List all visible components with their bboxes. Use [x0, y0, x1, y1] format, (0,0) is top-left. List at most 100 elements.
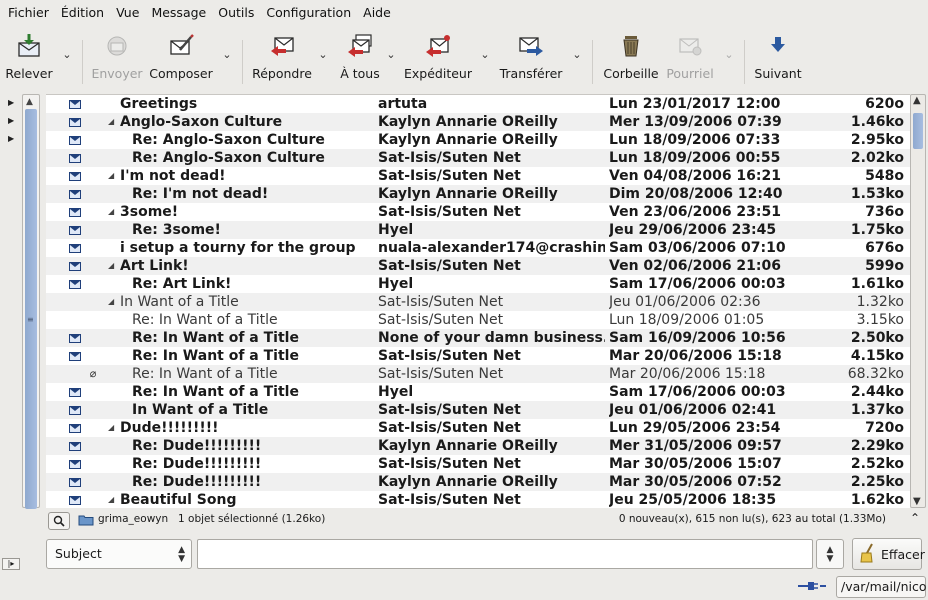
message-row[interactable]: ◢ Beautiful Song Sat-Isis/Suten Net Jeu 25/…: [46, 491, 910, 508]
online-plug-icon[interactable]: [798, 580, 826, 595]
pourriel-dropdown-icon[interactable]: ⌄: [724, 49, 734, 60]
unread-envelope-icon: [69, 459, 81, 469]
expediteur-button[interactable]: Expéditeur: [404, 32, 472, 88]
thread-expander-icon[interactable]: ◢: [108, 167, 114, 185]
message-row[interactable]: Greetings artuta Lun 23/01/2017 12:00 620o: [46, 95, 910, 113]
message-row[interactable]: ◢ 3some! Sat-Isis/Suten Net Ven 23/06/2006 …: [46, 203, 910, 221]
composer-button[interactable]: Composer: [149, 32, 213, 88]
suivant-button[interactable]: Suivant: [754, 32, 802, 88]
message-date: Lun 18/09/2006 07:33: [609, 132, 781, 148]
folder-scrollbar[interactable]: ▲ ≡: [22, 94, 40, 509]
thread-expander-icon[interactable]: ◢: [108, 257, 114, 275]
thread-expander-icon[interactable]: ◢: [108, 203, 114, 221]
search-field-select[interactable]: Subject ▲ ▼: [46, 539, 192, 569]
thread-expander-icon[interactable]: ◢: [108, 491, 114, 508]
message-row[interactable]: Re: In Want of a Title Sat-Isis/Suten Net…: [46, 311, 910, 329]
a-tous-dropdown-icon[interactable]: ⌄: [386, 49, 396, 60]
message-row[interactable]: ◢ In Want of a Title Sat-Isis/Suten Net Jeu…: [46, 293, 910, 311]
scroll-thumb[interactable]: [913, 113, 923, 149]
message-row[interactable]: Re: In Want of a Title Sat-Isis/Suten Net…: [46, 347, 910, 365]
message-row[interactable]: ◢ Dude!!!!!!!!! Sat-Isis/Suten Net Lun 29/0…: [46, 419, 910, 437]
message-from: Sat-Isis/Suten Net: [378, 312, 504, 328]
thread-expander-icon[interactable]: ◢: [108, 419, 114, 437]
transferer-button[interactable]: Transférer: [500, 32, 562, 88]
message-date: Sam 17/06/2006 00:03: [609, 276, 786, 292]
search-type-spinner[interactable]: ▲ ▼: [816, 539, 844, 569]
message-row[interactable]: Re: 3some! Hyel Jeu 29/06/2006 23:45 1.75ko: [46, 221, 910, 239]
message-row[interactable]: In Want of a Title Sat-Isis/Suten Net Jeu …: [46, 401, 910, 419]
a-tous-button[interactable]: À tous: [338, 32, 382, 88]
expand-arrow-icon[interactable]: ▶: [8, 98, 14, 107]
transferer-dropdown-icon[interactable]: ⌄: [572, 49, 582, 60]
message-row[interactable]: ◢ I'm not dead! Sat-Isis/Suten Net Ven 04/0…: [46, 167, 910, 185]
menu-message[interactable]: Message: [145, 0, 212, 26]
thread-expander-icon[interactable]: ◢: [108, 113, 114, 131]
message-size: 1.53ko: [850, 186, 904, 202]
message-row[interactable]: Re: Dude!!!!!!!!! Kaylyn Annarie OReilly M…: [46, 473, 910, 491]
effacer-button[interactable]: Effacer: [852, 538, 925, 570]
search-input[interactable]: [197, 539, 813, 569]
message-subject: Re: In Want of a Title: [132, 384, 299, 400]
unread-envelope-icon: [69, 171, 81, 181]
search-toggle-button[interactable]: [48, 512, 70, 530]
menu-aide[interactable]: Aide: [357, 0, 397, 26]
pane-toggle-icon[interactable]: |▸: [2, 558, 20, 570]
message-row[interactable]: Re: I'm not dead! Kaylyn Annarie OReilly D…: [46, 185, 910, 203]
repondre-dropdown-icon[interactable]: ⌄: [318, 49, 328, 60]
menu-fichier[interactable]: Fichier: [2, 0, 55, 26]
expand-arrow-icon[interactable]: ▶: [8, 116, 14, 125]
message-subject: Re: 3some!: [132, 222, 221, 238]
composer-dropdown-icon[interactable]: ⌄: [222, 49, 232, 60]
scroll-up-icon[interactable]: ▲: [26, 97, 33, 107]
pourriel-label: Pourriel: [666, 66, 714, 81]
message-from: Sat-Isis/Suten Net: [378, 294, 504, 310]
pourriel-button[interactable]: Pourriel: [666, 32, 714, 88]
message-row[interactable]: Re: Dude!!!!!!!!! Kaylyn Annarie OReilly M…: [46, 437, 910, 455]
relever-dropdown-icon[interactable]: ⌄: [62, 49, 72, 60]
scroll-thumb[interactable]: [25, 109, 37, 509]
scroll-up-icon[interactable]: ▲: [913, 95, 921, 106]
unread-envelope-icon: [69, 495, 81, 505]
message-row[interactable]: Re: In Want of a Title None of your damn …: [46, 329, 910, 347]
thread-expander-icon[interactable]: ◢: [108, 293, 114, 311]
message-row[interactable]: Re: Art Link! Hyel Sam 17/06/2006 00:03 1.6…: [46, 275, 910, 293]
collapse-caret-icon[interactable]: ⌃: [910, 511, 920, 525]
message-size: 3.15ko: [856, 312, 904, 328]
scroll-down-icon[interactable]: ▼: [913, 496, 921, 507]
message-row[interactable]: ◢ Art Link! Sat-Isis/Suten Net Ven 02/06/20…: [46, 257, 910, 275]
message-row[interactable]: Re: Dude!!!!!!!!! Sat-Isis/Suten Net Mar 3…: [46, 455, 910, 473]
message-row[interactable]: Re: In Want of a Title Hyel Sam 17/06/2006…: [46, 383, 910, 401]
message-list: Greetings artuta Lun 23/01/2017 12:00 620o ◢…: [46, 94, 910, 508]
mailbox-path[interactable]: /var/mail/nico: [836, 576, 927, 598]
menu-vue[interactable]: Vue: [110, 0, 145, 26]
message-list-scrollbar[interactable]: ▲ ▼: [910, 94, 926, 508]
message-row[interactable]: ◢ Anglo-Saxon Culture Kaylyn Annarie OReil…: [46, 113, 910, 131]
message-row[interactable]: Re: Anglo-Saxon Culture Kaylyn Annarie OR…: [46, 131, 910, 149]
envoyer-button[interactable]: Envoyer: [91, 32, 143, 88]
message-date: Jeu 29/06/2006 23:45: [609, 222, 777, 238]
message-row[interactable]: i setup a tourny for the group nuala-alex…: [46, 239, 910, 257]
corbeille-button[interactable]: Corbeille: [603, 32, 659, 88]
unread-envelope-icon: [69, 207, 81, 217]
forward-icon: [517, 32, 545, 60]
message-size: 599o: [865, 258, 904, 274]
menu-edition[interactable]: Édition: [55, 0, 110, 26]
message-date: Sam 17/06/2006 00:03: [609, 384, 786, 400]
status-cell: [68, 329, 82, 347]
relever-button[interactable]: Relever: [5, 32, 53, 88]
expediteur-dropdown-icon[interactable]: ⌄: [480, 49, 490, 60]
repondre-button[interactable]: Répondre: [252, 32, 312, 88]
message-row[interactable]: Re: Anglo-Saxon Culture Sat-Isis/Suten Ne…: [46, 149, 910, 167]
message-subject: I'm not dead!: [120, 168, 226, 184]
pane-toggle[interactable]: |▸: [2, 540, 22, 570]
message-size: 68.32ko: [847, 366, 904, 382]
menu-outils[interactable]: Outils: [212, 0, 260, 26]
toolbar: Relever ⌄ Envoyer Composer ⌄ Répondre ⌄ …: [0, 26, 928, 90]
status-cell: [68, 113, 82, 131]
message-subject: Re: Art Link!: [132, 276, 232, 292]
message-row[interactable]: ⌀ Re: In Want of a Title Sat-Isis/Suten Ne…: [46, 365, 910, 383]
reply-all-icon: [346, 32, 374, 60]
menu-configuration[interactable]: Configuration: [260, 0, 357, 26]
message-subject: i setup a tourny for the group: [120, 240, 356, 256]
expand-arrow-icon[interactable]: ▶: [8, 134, 14, 143]
